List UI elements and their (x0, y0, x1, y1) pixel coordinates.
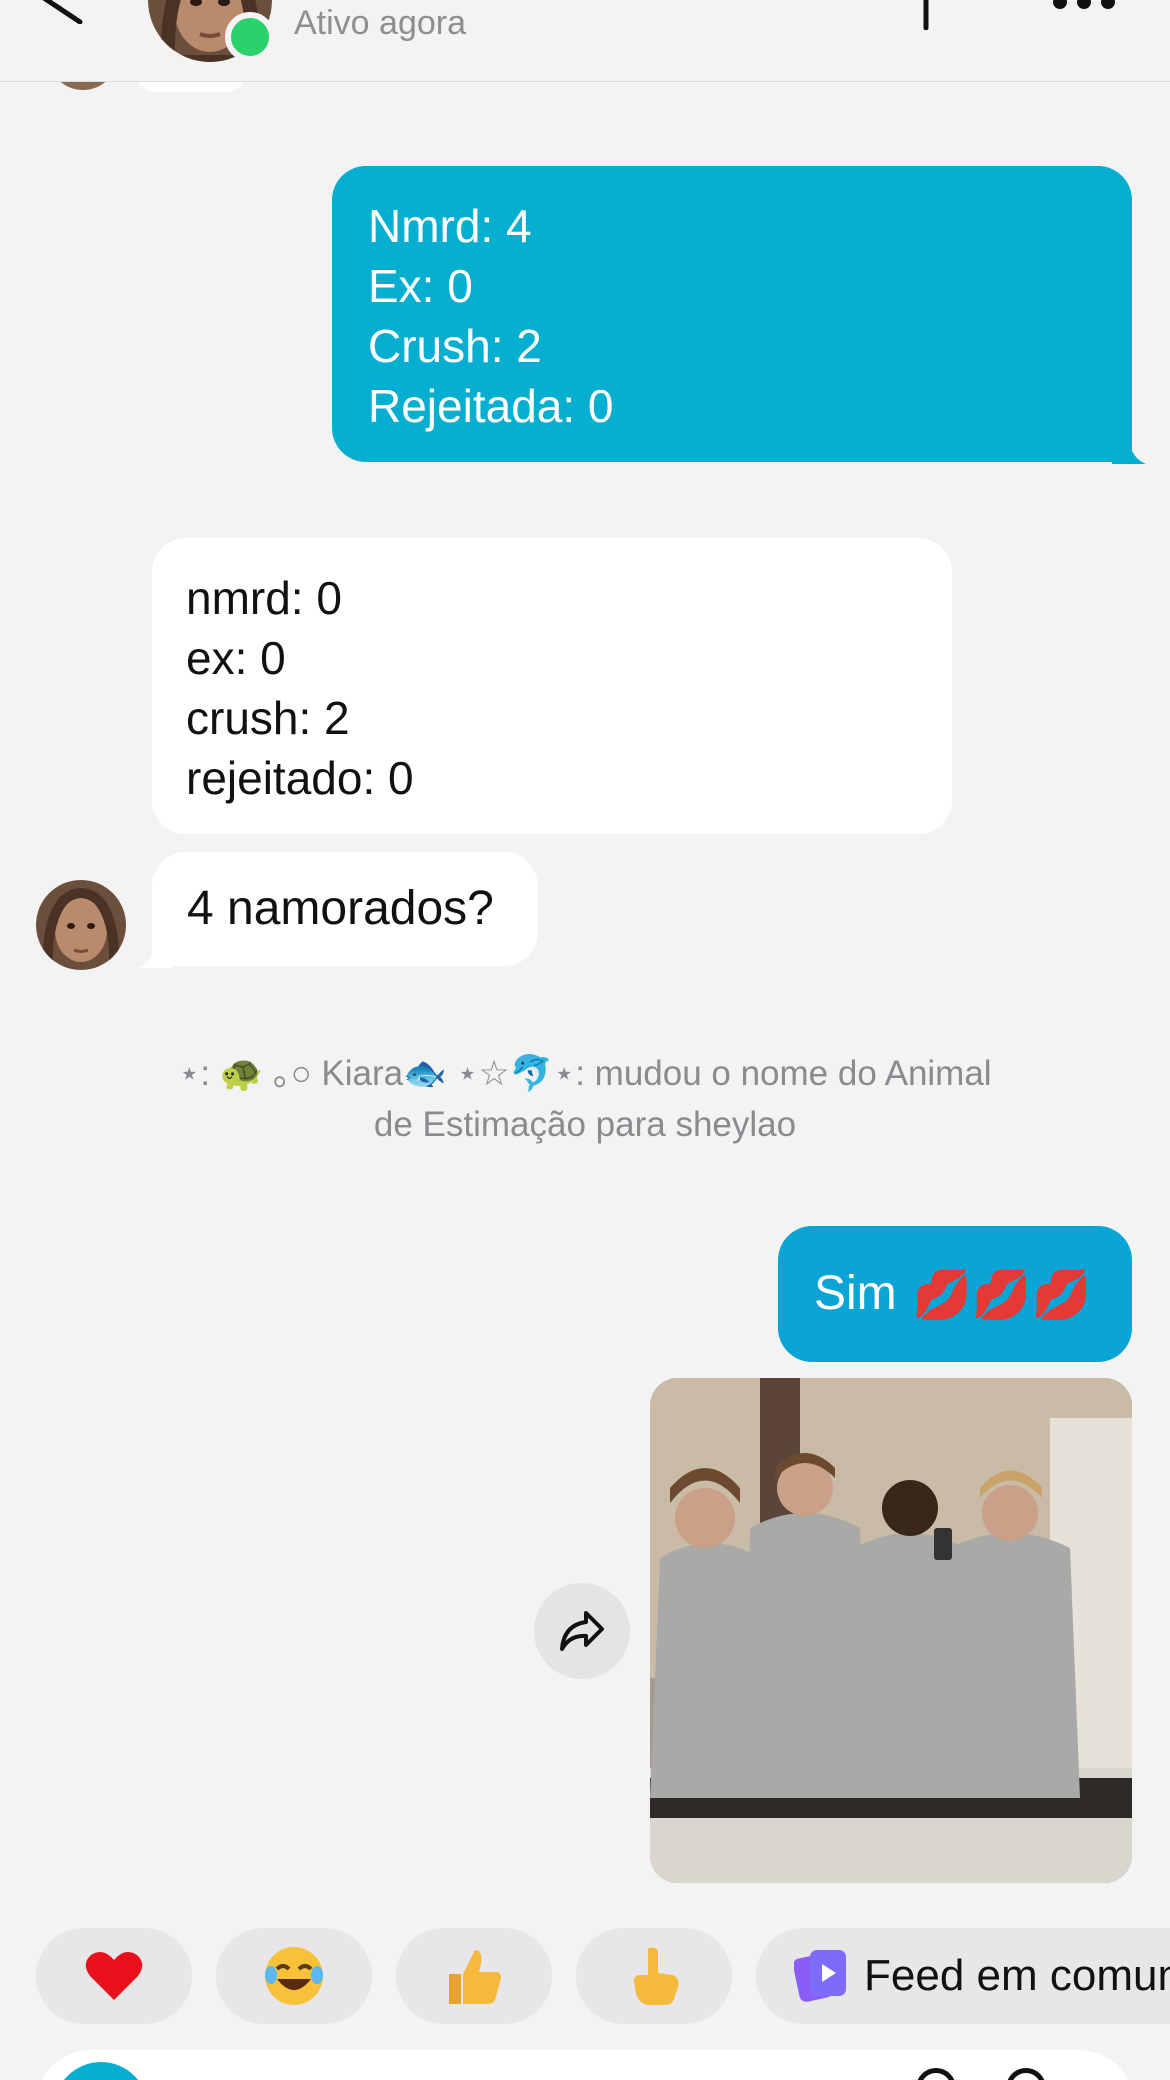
bubble-tail (1112, 434, 1146, 464)
pointing-up-icon (576, 1928, 732, 2024)
message-line: Rejeitada: 0 (368, 380, 614, 432)
chat-header: Ativo agora (0, 0, 1170, 82)
more-icon[interactable] (1052, 0, 1116, 10)
message-text: 4 namorados? (187, 882, 494, 935)
bubble-tail (138, 938, 172, 968)
message-line: ex: 0 (186, 632, 286, 684)
message-line: nmrd: 0 (186, 572, 342, 624)
online-indicator (225, 12, 275, 62)
incoming-message[interactable]: 4 namorados? (138, 852, 538, 968)
laughing-emoji-icon (216, 1928, 372, 2024)
lips-emoji: 💋💋💋 (912, 1269, 1092, 1323)
system-notification: ⋆: 🐢 ｡○ Kiara🐟 ⋆☆🐬⋆: mudou o nome do Ani… (120, 1048, 1050, 1150)
outgoing-message[interactable]: Sim 💋💋💋 (778, 1226, 1132, 1362)
quick-reaction-thumbs-up[interactable] (396, 1928, 552, 2024)
message-text: Sim (814, 1267, 897, 1320)
photo-image (650, 1378, 1132, 1883)
message-composer[interactable] (36, 2050, 1134, 2080)
back-icon[interactable] (36, 0, 88, 24)
message-line: rejeitado: 0 (186, 752, 414, 804)
outgoing-message[interactable]: Nmrd: 4 Ex: 0 Crush: 2 Rejeitada: 0 (332, 166, 1146, 464)
quick-reaction-pointing[interactable] (576, 1928, 732, 2024)
message-line: Ex: 0 (368, 260, 473, 312)
incoming-message[interactable]: nmrd: 0 ex: 0 crush: 2 rejeitado: 0 (152, 538, 952, 834)
system-note-line: ⋆: 🐢 ｡○ Kiara🐟 ⋆☆🐬⋆: mudou o nome do Ani… (178, 1054, 992, 1093)
gallery-icon[interactable] (1006, 2068, 1046, 2080)
thumbs-up-icon (396, 1928, 552, 2024)
feed-em-comum-button[interactable]: Feed em comum (756, 1928, 1170, 2024)
share-icon (560, 1611, 604, 1651)
quick-reaction-heart[interactable] (36, 1928, 192, 2024)
share-button[interactable] (534, 1583, 630, 1679)
heart-icon (36, 1928, 192, 2024)
shared-feed-icon (794, 1950, 846, 2002)
chat-screen: { "header": { "status": "Ativo agora", "… (0, 0, 1170, 2080)
feed-label: Feed em comum (864, 1951, 1170, 2000)
avatar[interactable] (36, 880, 126, 970)
active-status: Ativo agora (294, 4, 466, 42)
photo-message[interactable] (650, 1378, 1132, 1883)
quick-reaction-laugh[interactable] (216, 1928, 372, 2024)
message-line: Crush: 2 (368, 320, 542, 372)
camera-button[interactable] (54, 2062, 148, 2080)
microphone-icon[interactable] (916, 2068, 956, 2080)
message-line: crush: 2 (186, 692, 350, 744)
flag-icon[interactable] (920, 0, 982, 30)
system-note-line: de Estimação para sheylao (373, 1105, 797, 1144)
message-line: Nmrd: 4 (368, 200, 532, 252)
